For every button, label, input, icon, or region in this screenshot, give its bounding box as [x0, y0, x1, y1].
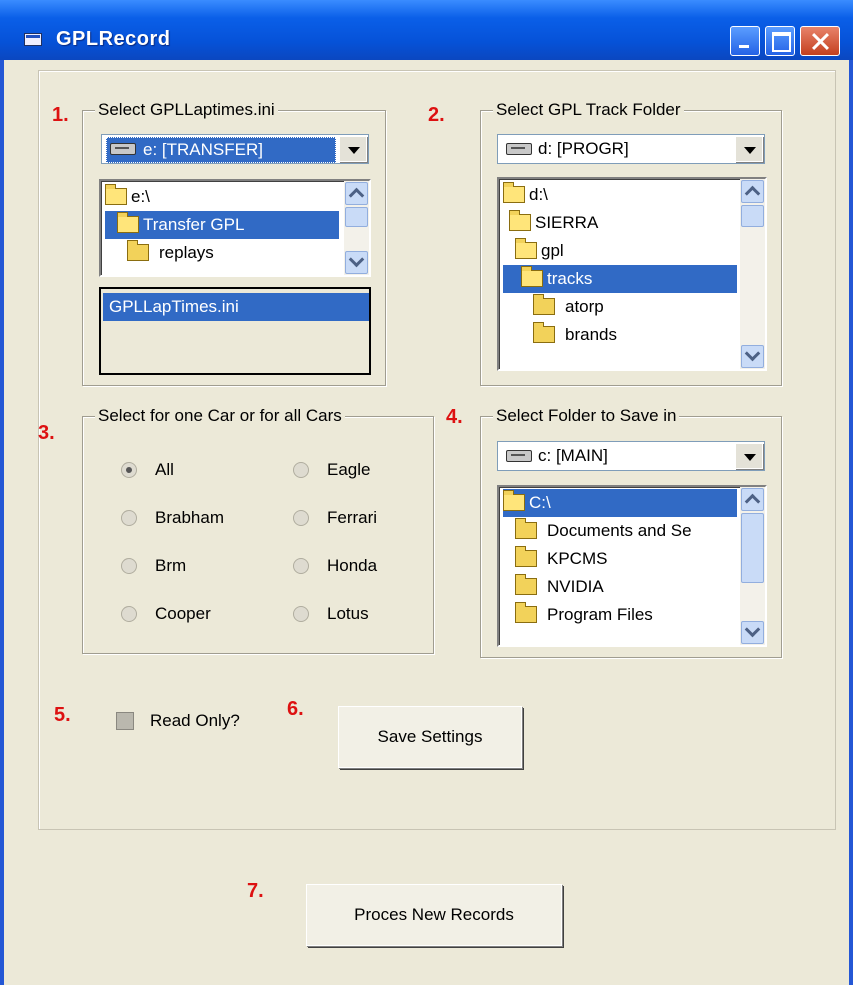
folder-icon: [533, 294, 555, 315]
drive-value: d: [PROGR]: [538, 139, 629, 158]
group-save-folder: Select Folder to Save in c: [MAIN] C:\ D…: [480, 406, 782, 658]
window-title: GPLRecord: [56, 28, 171, 50]
radio-button[interactable]: [121, 462, 137, 478]
dir-item[interactable]: SIERRA: [503, 209, 737, 237]
step-6-label: 6.: [287, 698, 304, 720]
step-1-label: 1.: [52, 104, 69, 126]
save-settings-button[interactable]: Save Settings: [338, 706, 522, 768]
dir-item-selected[interactable]: C:\: [503, 489, 737, 517]
dir-item[interactable]: KPCMS: [503, 545, 737, 573]
drive-select-save[interactable]: c: [MAIN]: [497, 441, 765, 471]
folder-icon: [515, 574, 537, 595]
title-bar[interactable]: GPLRecord: [0, 0, 853, 60]
scroll-down-icon[interactable]: [345, 251, 368, 274]
scroll-up-icon[interactable]: [345, 182, 368, 205]
folder-icon: [515, 602, 537, 623]
step-2-label: 2.: [428, 104, 445, 126]
scroll-up-icon[interactable]: [741, 488, 764, 511]
folder-icon: [127, 240, 149, 261]
dir-list-save[interactable]: C:\ Documents and Se KPCMS NVIDIA Progra…: [497, 485, 767, 647]
group-track-label: Select GPL Track Folder: [493, 100, 684, 120]
drive-icon: [506, 450, 532, 462]
step-3-label: 3.: [38, 422, 55, 444]
dir-item[interactable]: e:\: [105, 183, 339, 211]
scrollbar[interactable]: [740, 179, 765, 369]
step-4-label: 4.: [446, 406, 463, 428]
scroll-thumb[interactable]: [345, 207, 368, 227]
open-folder-icon: [117, 212, 139, 233]
group-laptimes-ini: Select GPLLaptimes.ini e: [TRANSFER] e:\…: [82, 100, 386, 386]
group-car-select: Select for one Car or for all Cars All B…: [82, 406, 434, 654]
dir-item[interactable]: Program Files: [503, 601, 737, 629]
process-records-button[interactable]: Proces New Records: [306, 884, 562, 946]
scroll-up-icon[interactable]: [741, 180, 764, 203]
scroll-down-icon[interactable]: [741, 345, 764, 368]
radio-button[interactable]: [293, 462, 309, 478]
scroll-thumb[interactable]: [741, 205, 764, 227]
radio-button[interactable]: [293, 558, 309, 574]
open-folder-icon: [521, 266, 543, 287]
read-only-label: Read Only?: [150, 711, 240, 730]
folder-icon: [533, 322, 555, 343]
folder-icon: [515, 546, 537, 567]
drive-select-track[interactable]: d: [PROGR]: [497, 134, 765, 164]
close-button[interactable]: [800, 26, 840, 56]
drive-select-laptimes[interactable]: e: [TRANSFER]: [101, 134, 369, 164]
radio-button[interactable]: [293, 510, 309, 526]
open-folder-icon: [509, 210, 531, 231]
dir-item-selected[interactable]: Transfer GPL: [105, 211, 339, 239]
dir-item[interactable]: Documents and Se: [503, 517, 737, 545]
dir-item[interactable]: atorp: [503, 293, 737, 321]
open-folder-icon: [503, 182, 525, 203]
dir-item[interactable]: NVIDIA: [503, 573, 737, 601]
scrollbar[interactable]: [344, 181, 369, 275]
minimize-button[interactable]: [730, 26, 760, 56]
dir-item-selected[interactable]: tracks: [503, 265, 737, 293]
open-folder-icon: [503, 490, 525, 511]
dropdown-arrow-icon[interactable]: [339, 136, 367, 162]
app-window: GPLRecord 1. 2. 3. 4. 5. 6. 7. Select GP…: [0, 0, 853, 985]
drive-icon: [110, 143, 136, 155]
read-only-checkbox[interactable]: [116, 712, 134, 730]
step-5-label: 5.: [54, 704, 71, 726]
folder-icon: [515, 518, 537, 539]
file-item-selected[interactable]: GPLLapTimes.ini: [103, 293, 369, 321]
maximize-button[interactable]: [765, 26, 795, 56]
client-area: 1. 2. 3. 4. 5. 6. 7. Select GPLLaptimes.…: [4, 60, 849, 985]
step-7-label: 7.: [247, 880, 264, 902]
open-folder-icon: [105, 184, 127, 205]
dir-item[interactable]: replays: [105, 239, 339, 267]
open-folder-icon: [515, 238, 537, 259]
dropdown-arrow-icon[interactable]: [735, 443, 763, 469]
dir-item[interactable]: d:\: [503, 181, 737, 209]
scroll-down-icon[interactable]: [741, 621, 764, 644]
scrollbar[interactable]: [740, 487, 765, 645]
dir-list-laptimes[interactable]: e:\ Transfer GPL replays: [99, 179, 371, 277]
group-car-label: Select for one Car or for all Cars: [95, 406, 345, 426]
group-track-folder: Select GPL Track Folder d: [PROGR] d:\ S…: [480, 100, 782, 386]
dir-list-track[interactable]: d:\ SIERRA gpl tracks atorp brands: [497, 177, 767, 371]
drive-value: e: [TRANSFER]: [106, 137, 336, 163]
dir-item[interactable]: brands: [503, 321, 737, 349]
radio-button[interactable]: [121, 558, 137, 574]
dropdown-arrow-icon[interactable]: [735, 136, 763, 162]
radio-button[interactable]: [121, 510, 137, 526]
drive-icon: [506, 143, 532, 155]
radio-button[interactable]: [121, 606, 137, 622]
radio-button[interactable]: [293, 606, 309, 622]
scroll-thumb[interactable]: [741, 513, 764, 583]
group-laptimes-label: Select GPLLaptimes.ini: [95, 100, 278, 120]
file-list-laptimes[interactable]: GPLLapTimes.ini: [99, 287, 371, 375]
app-icon: [24, 33, 42, 46]
drive-value: c: [MAIN]: [538, 446, 608, 465]
group-save-label: Select Folder to Save in: [493, 406, 680, 426]
dir-item[interactable]: gpl: [503, 237, 737, 265]
